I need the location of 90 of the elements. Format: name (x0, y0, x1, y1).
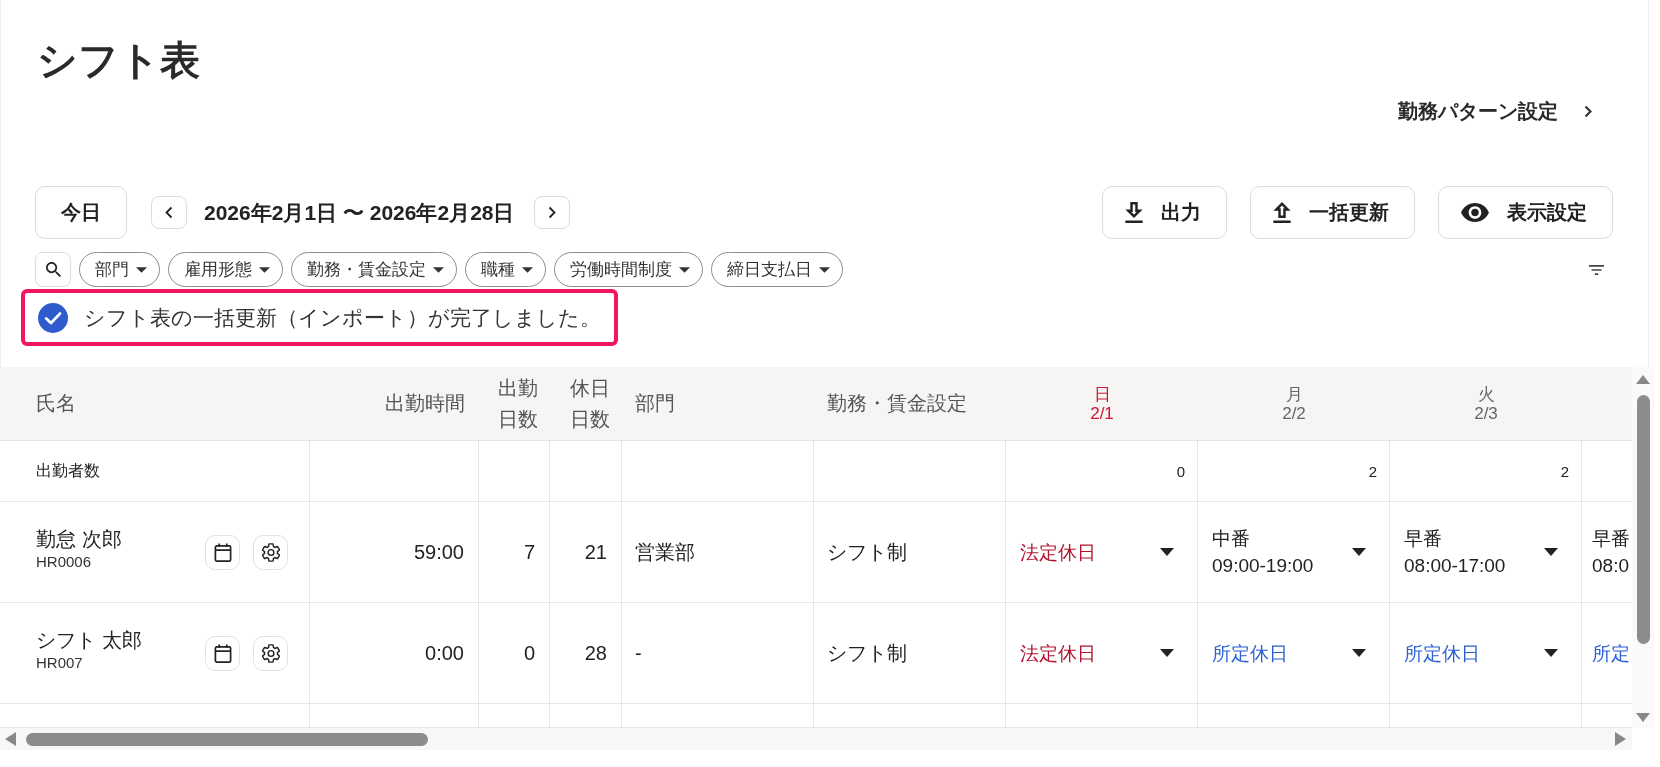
next-button[interactable] (533, 196, 570, 229)
shift-select[interactable]: 所定休日 (1198, 603, 1390, 704)
date-label: 2/3 (1474, 403, 1498, 423)
caret-icon (1160, 649, 1174, 657)
pattern-settings-link[interactable]: 勤務パターン設定 (1398, 97, 1592, 125)
caret-icon (1544, 548, 1558, 556)
chevron-right-icon (547, 206, 556, 219)
calendar-button[interactable] (205, 635, 240, 671)
table-cell: シフト制 (814, 603, 1006, 704)
shift-select[interactable]: 法定休日 (1006, 502, 1198, 603)
scroll-down-arrow[interactable] (1636, 713, 1650, 722)
filter-icon[interactable] (1589, 264, 1604, 275)
table-cell: 59:00 (310, 502, 479, 603)
chevron-left-icon (165, 206, 173, 219)
scrollbar-thumb[interactable] (26, 732, 428, 746)
column-header: 出勤時間 (385, 391, 465, 416)
table-cell: 0 (1006, 441, 1198, 502)
search-icon (45, 262, 61, 277)
settings-icon (261, 643, 280, 663)
table-cell: - (622, 603, 814, 704)
table-cell: 営業部 (622, 502, 814, 603)
page-title: シフト表 (37, 37, 200, 84)
column-header: 勤務・賃金設定 (827, 391, 967, 416)
calendar-icon (213, 542, 232, 562)
caret-icon (433, 266, 444, 273)
caret-icon (679, 266, 690, 273)
column-header: 出勤日数 (497, 375, 538, 432)
date-label: 2/2 (1282, 403, 1306, 423)
date-label: 2/1 (1090, 403, 1114, 423)
table-cell: 0 (479, 603, 550, 704)
today-button[interactable]: 今日 (35, 186, 127, 239)
search-button[interactable] (35, 252, 71, 287)
table-cell: 28 (550, 603, 622, 704)
employee-id: HR0006 (36, 551, 93, 571)
caret-icon (819, 266, 830, 273)
table-cell: 7 (479, 502, 550, 603)
filter-dropdown[interactable]: 勤務・賃金設定 (291, 252, 457, 287)
employee-name: 勤怠 次郎 (36, 526, 122, 552)
filter-dropdown[interactable]: 労働時間制度 (554, 252, 703, 287)
scroll-right-arrow[interactable] (1615, 732, 1626, 746)
date-range: 2026年2月1日 〜 2026年2月28日 (204, 199, 515, 226)
download-icon (1125, 202, 1143, 223)
filter-dropdown[interactable]: 職種 (465, 252, 546, 287)
shift-select[interactable]: 中番 09:00-19:00 (1198, 502, 1390, 603)
table-cell: 2 (1198, 441, 1390, 502)
scroll-left-arrow[interactable] (5, 732, 16, 746)
scroll-up-arrow[interactable] (1636, 375, 1650, 384)
calendar-icon (213, 643, 232, 663)
calendar-button[interactable] (205, 534, 240, 570)
employee-name: シフト 太郎 (36, 627, 142, 653)
previous-button[interactable] (151, 196, 187, 229)
shift-select[interactable]: 法定休日 (1006, 603, 1198, 704)
chevron-right-icon (1584, 104, 1592, 118)
table-cell: 0:00 (310, 603, 479, 704)
caret-icon (1544, 649, 1558, 657)
weekday-label: 火 (1477, 384, 1495, 404)
bulk-update-button[interactable]: 一括更新 (1250, 186, 1415, 239)
check-circle-icon (38, 302, 68, 333)
settings-button[interactable] (253, 534, 288, 570)
caret-icon (522, 266, 533, 273)
notice-message: シフト表の一括更新（インポート）が完了しました。 (84, 304, 601, 331)
shift-select[interactable]: 早番 08:00-17:00 (1390, 502, 1582, 603)
weekday-label: 月 (1285, 384, 1303, 404)
column-header: 部門 (635, 391, 675, 416)
table-cell: 21 (550, 502, 622, 603)
weekday-label: 日 (1093, 384, 1111, 404)
caret-icon (1352, 548, 1366, 556)
filter-dropdown[interactable]: 雇用形態 (168, 252, 283, 287)
display-settings-button[interactable]: 表示設定 (1438, 186, 1613, 239)
table-cell: 2 (1390, 441, 1582, 502)
caret-icon (1352, 649, 1366, 657)
eye-icon (1461, 203, 1489, 222)
settings-icon (261, 542, 280, 562)
column-header: 氏名 (36, 391, 76, 416)
horizontal-scrollbar[interactable] (0, 728, 1632, 750)
caret-icon (136, 266, 147, 273)
column-header: 休日日数 (569, 375, 610, 432)
employee-id: HR007 (36, 652, 84, 672)
caret-icon (259, 266, 270, 273)
upload-icon (1273, 202, 1291, 223)
shift-select[interactable]: 所定休日 (1390, 603, 1582, 704)
filter-dropdown[interactable]: 締日支払日 (711, 252, 843, 287)
export-button[interactable]: 出力 (1102, 186, 1227, 239)
table-cell: 出勤者数 (0, 441, 310, 502)
caret-icon (1160, 548, 1174, 556)
table-cell: シフト制 (814, 502, 1006, 603)
filter-dropdown[interactable]: 部門 (79, 252, 160, 287)
vertical-scrollbar[interactable] (1632, 367, 1654, 728)
scrollbar-thumb[interactable] (1636, 395, 1650, 644)
settings-button[interactable] (253, 635, 288, 671)
